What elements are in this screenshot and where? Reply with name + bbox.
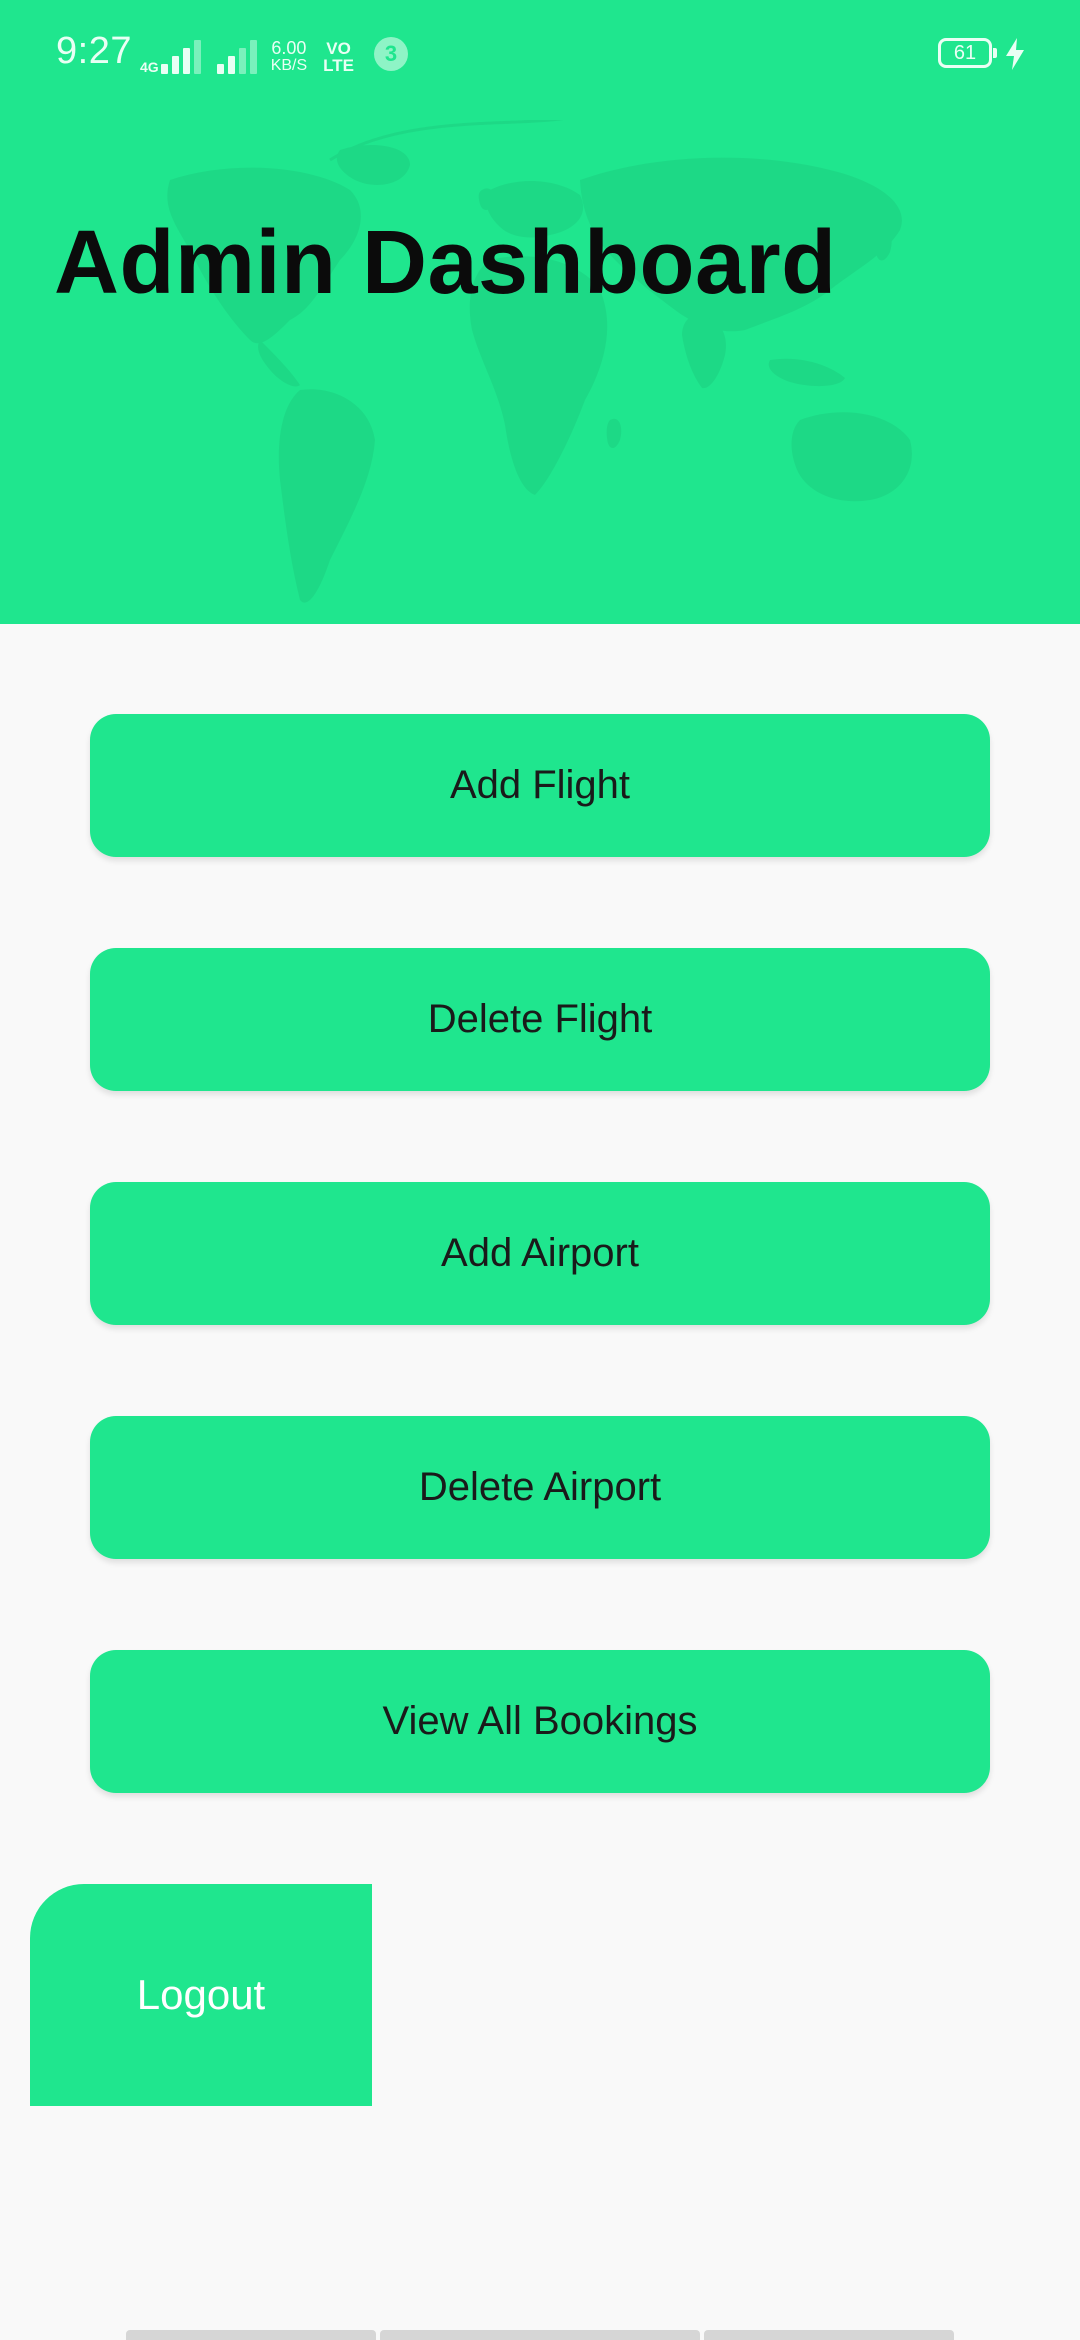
network-speed-indicator: 6.00 KB/S xyxy=(270,38,308,74)
delete-airport-button[interactable]: Delete Airport xyxy=(90,1416,990,1559)
network-speed-unit: KB/S xyxy=(270,57,308,74)
page-title: Admin Dashboard xyxy=(54,213,837,313)
logout-button[interactable]: Logout xyxy=(30,1884,372,2106)
gesture-bar-center[interactable] xyxy=(380,2330,700,2340)
volte-top-text: VO xyxy=(326,39,351,58)
header-banner: 9:27 4G 6.00 KB/S VO LTE 3 61 Admin Dash… xyxy=(0,0,1080,624)
battery-icon: 61 xyxy=(938,38,997,68)
network-type-indicator: 4G xyxy=(140,38,201,74)
charging-bolt-icon xyxy=(1006,38,1024,70)
signal-strength-secondary-icon xyxy=(216,38,257,74)
network-type-text: 4G xyxy=(140,59,159,75)
volte-indicator: VO LTE xyxy=(323,40,354,74)
status-icons: 4G 6.00 KB/S VO LTE xyxy=(140,34,354,74)
view-all-bookings-button[interactable]: View All Bookings xyxy=(90,1650,990,1793)
status-bar: 9:27 4G 6.00 KB/S VO LTE 3 61 xyxy=(0,0,1080,108)
add-airport-button[interactable]: Add Airport xyxy=(90,1182,990,1325)
add-flight-button[interactable]: Add Flight xyxy=(90,714,990,857)
signal-strength-icon xyxy=(160,38,201,74)
volte-bottom-text: LTE xyxy=(323,56,355,75)
gesture-bar-left xyxy=(126,2330,376,2340)
delete-flight-button[interactable]: Delete Flight xyxy=(90,948,990,1091)
status-time: 9:27 xyxy=(56,30,132,72)
notification-count-badge: 3 xyxy=(374,37,408,71)
world-map-background-icon xyxy=(167,120,912,603)
network-speed-value: 6.00 xyxy=(271,38,307,58)
gesture-bar-right xyxy=(704,2330,954,2340)
